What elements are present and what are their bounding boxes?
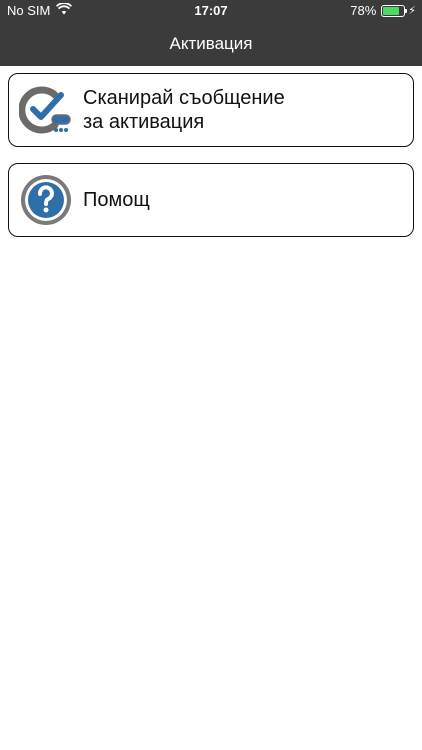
battery-icon (381, 4, 408, 17)
status-right: 78% ⚡ (350, 3, 416, 18)
bolt-icon: ⚡ (408, 5, 416, 17)
page-title: Активация (169, 34, 253, 53)
status-bar: No SIM 17:07 78% ⚡ (0, 0, 422, 22)
battery-percent: 78% (350, 3, 377, 18)
scan-activation-label: Сканирай съобщение за активация (83, 87, 285, 133)
scan-activation-button[interactable]: Сканирай съобщение за активация (8, 73, 414, 147)
battery-fill (383, 6, 399, 15)
header: No SIM 17:07 78% ⚡ Активация (0, 0, 422, 66)
scan-check-icon (18, 83, 73, 137)
menu-list: Сканирай съобщение за активация Помощ (8, 73, 414, 253)
help-question-icon (19, 173, 73, 227)
help-button[interactable]: Помощ (8, 163, 414, 237)
help-label: Помощ (83, 189, 150, 211)
